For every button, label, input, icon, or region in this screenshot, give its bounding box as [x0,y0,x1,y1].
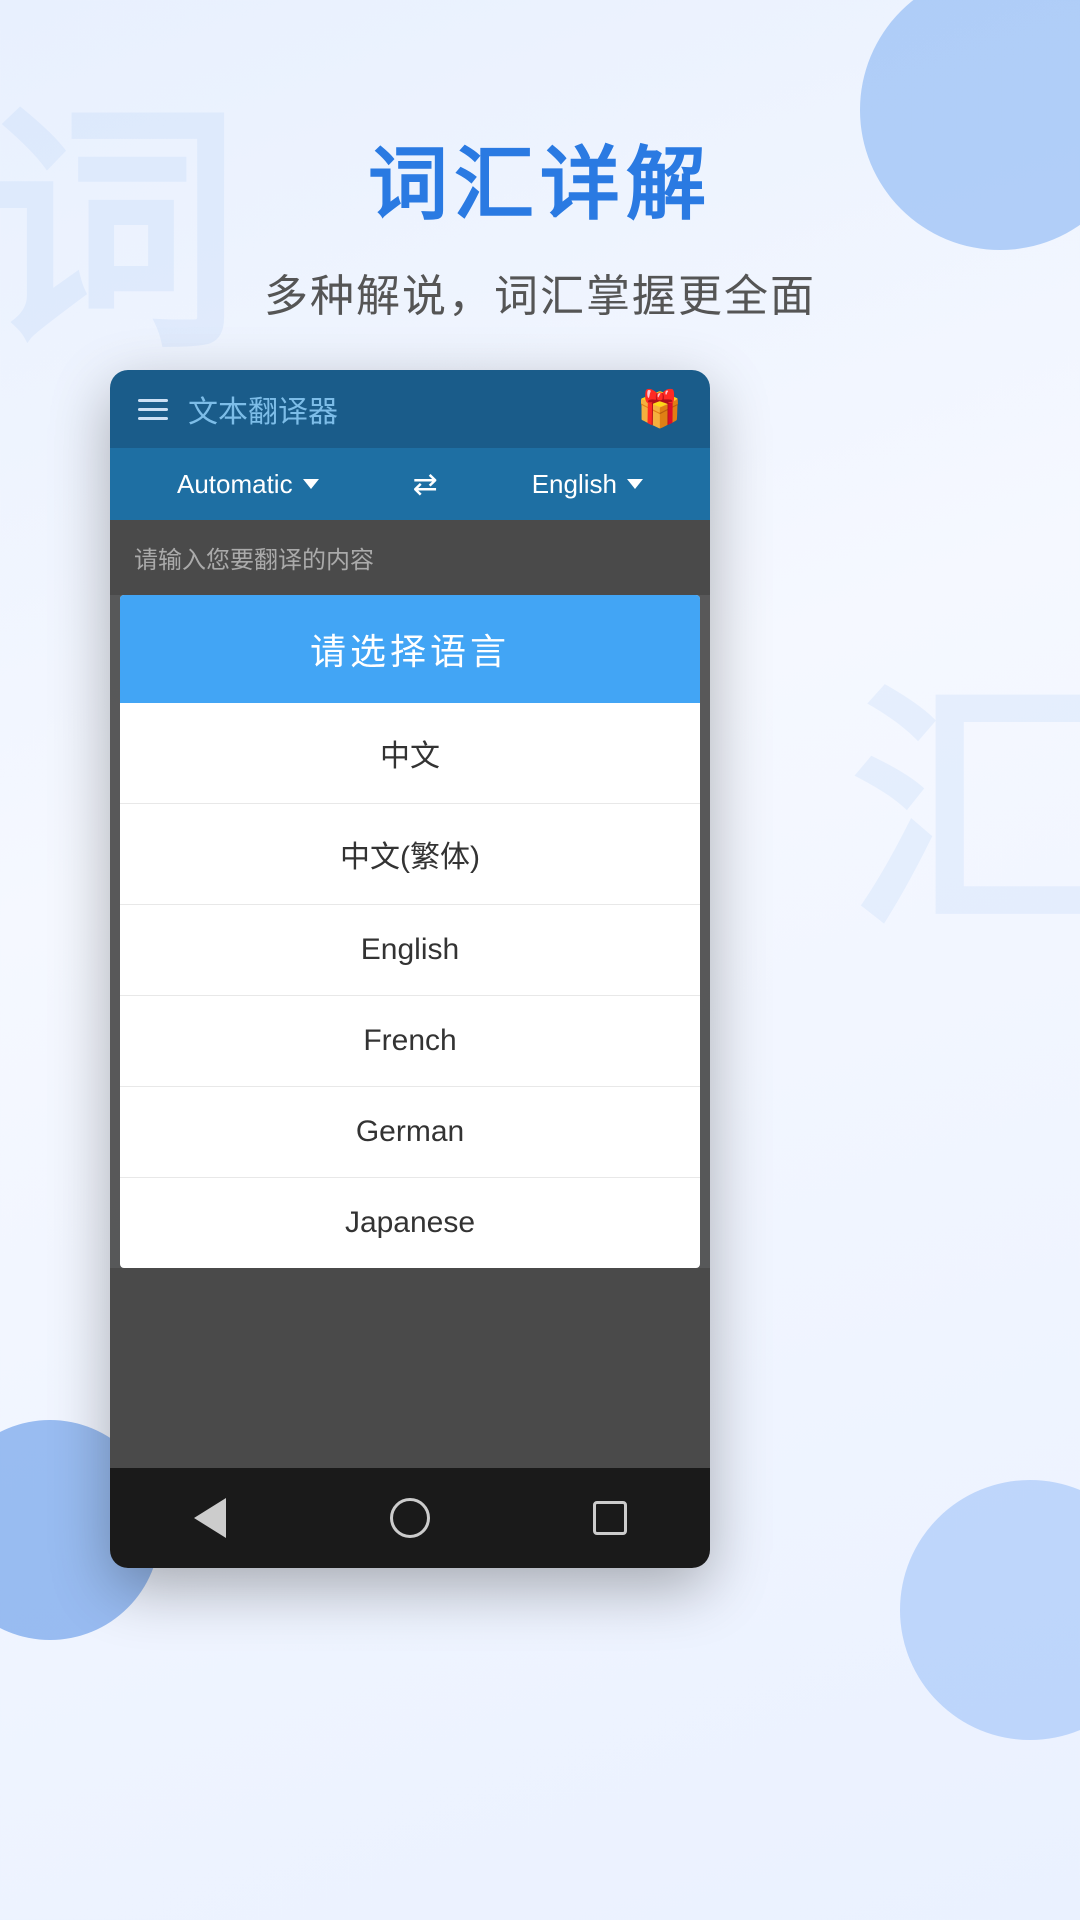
input-area[interactable]: 请输入您要翻译的内容 [110,520,710,595]
nav-recent-icon [593,1501,627,1535]
lang-option-chinese-traditional[interactable]: 中文(繁体) [120,804,700,905]
lang-bar: Automatic ⇄ English [110,448,710,520]
dialog-overlay: 请选择语言 中文 中文(繁体) English French German Ja… [110,595,710,1468]
lang-option-french[interactable]: French [120,996,700,1087]
swap-icon[interactable]: ⇄ [413,467,438,502]
lang-option-chinese[interactable]: 中文 [120,703,700,804]
app-mockup: 文本翻译器 🎁 Automatic ⇄ English 请输入您要翻译的内容 请… [110,370,710,1568]
language-dialog: 请选择语言 中文 中文(繁体) English French German Ja… [120,595,700,1268]
target-lang-selector[interactable]: English [532,469,643,500]
lang-option-english[interactable]: English [120,905,700,996]
app-header: 文本翻译器 🎁 [110,370,710,448]
app-header-title: 文本翻译器 [188,387,637,431]
source-lang-dropdown-arrow [303,479,319,489]
nav-home-icon [390,1498,430,1538]
target-lang-dropdown-arrow [627,479,643,489]
gift-icon[interactable]: 🎁 [637,388,682,430]
nav-back-icon [194,1498,226,1538]
sub-title: 多种解说，词汇掌握更全面 [0,260,1080,324]
nav-recent-button[interactable] [585,1493,635,1543]
nav-bar [110,1468,710,1568]
lang-option-japanese[interactable]: Japanese [120,1178,700,1268]
watermark-right: 汇 [850,600,1080,977]
gray-area [110,1268,710,1468]
source-lang-label: Automatic [177,469,293,500]
target-lang-label: English [532,469,617,500]
hamburger-icon[interactable] [138,399,168,420]
nav-back-button[interactable] [185,1493,235,1543]
deco-circle-bottom-right [900,1480,1080,1740]
source-lang-selector[interactable]: Automatic [177,469,319,500]
nav-home-button[interactable] [385,1493,435,1543]
dialog-title: 请选择语言 [120,623,700,675]
lang-option-german[interactable]: German [120,1087,700,1178]
input-placeholder: 请输入您要翻译的内容 [134,540,686,575]
dialog-header: 请选择语言 [120,595,700,703]
